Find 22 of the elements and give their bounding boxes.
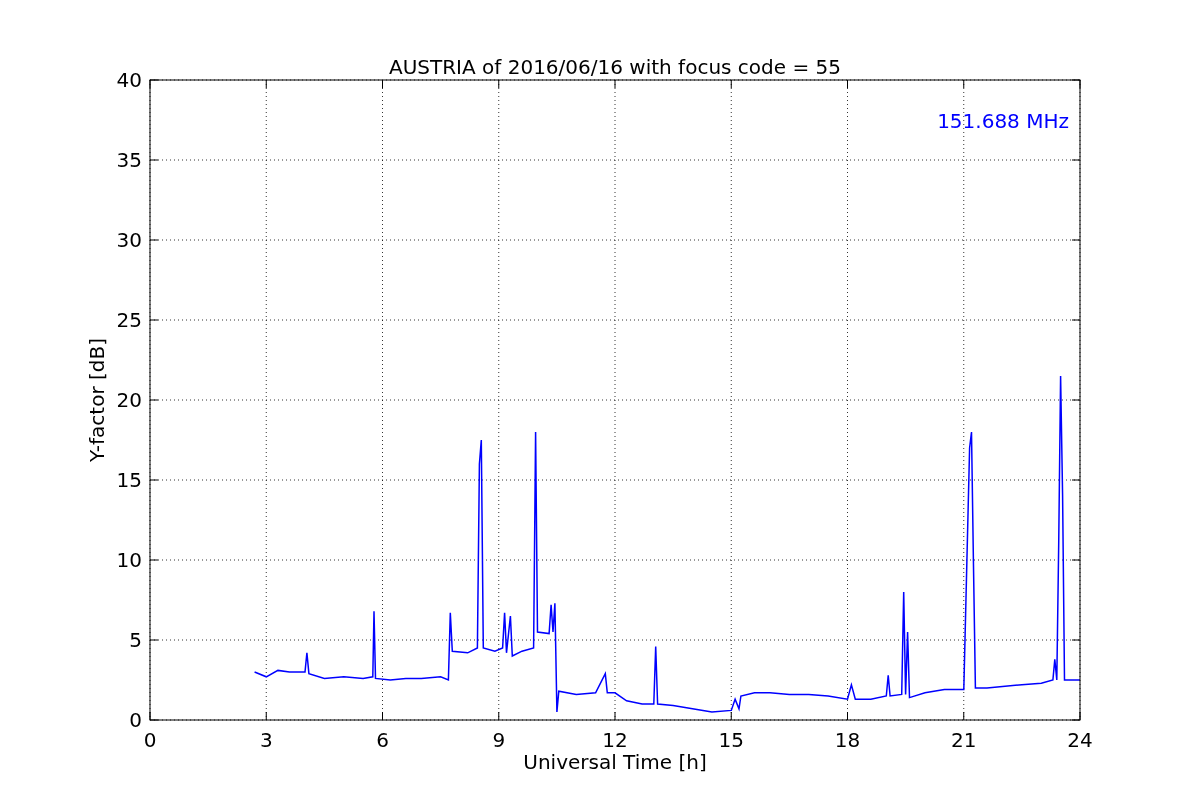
x-tick-label: 12 <box>602 728 628 752</box>
series-label: 151.688 MHz <box>937 109 1069 133</box>
x-tick-label: 0 <box>143 728 157 752</box>
x-tick-label: 6 <box>376 728 389 752</box>
y-tick-label: 0 <box>129 708 142 732</box>
chart-title: AUSTRIA of 2016/06/16 with focus code = 55 <box>389 55 841 79</box>
x-tick-label: 15 <box>718 728 744 752</box>
y-tick-label: 25 <box>116 308 142 332</box>
x-tick-label: 18 <box>834 728 861 752</box>
y-tick-label: 40 <box>116 68 142 92</box>
x-tick-label: 24 <box>1067 728 1093 752</box>
y-tick-label: 35 <box>116 148 142 172</box>
y-tick-label: 10 <box>116 548 142 572</box>
x-tick-label: 21 <box>951 728 977 752</box>
y-tick-label: 30 <box>116 228 142 252</box>
y-axis-title: Y-factor [dB] <box>85 338 109 462</box>
x-axis-title: Universal Time [h] <box>523 750 707 774</box>
x-tick-label: 9 <box>492 728 506 752</box>
y-tick-label: 20 <box>116 388 142 412</box>
x-tick-label: 3 <box>259 728 273 752</box>
y-tick-label: 15 <box>116 468 142 492</box>
y-tick-label: 5 <box>129 628 142 652</box>
